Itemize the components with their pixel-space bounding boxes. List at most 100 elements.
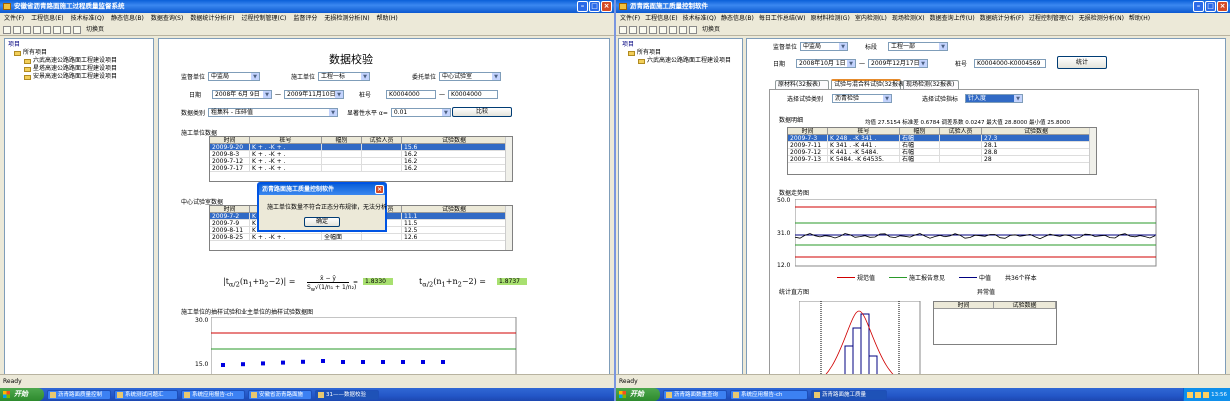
detail-scrollbar[interactable] (1089, 128, 1096, 174)
tree-group[interactable]: 所有项目 (622, 49, 739, 57)
preview-icon[interactable] (659, 25, 667, 34)
taskbar-item[interactable]: 沥青路面质量控制 (47, 389, 111, 400)
minimize-button[interactable]: – (1193, 1, 1204, 12)
pile-range-input[interactable]: K0004000-K0004569 (974, 59, 1047, 68)
table-row[interactable]: 2009-8-25 K + . -K + . 全幅面 12.6 (210, 234, 512, 241)
table-row[interactable]: 2009-7-12 K + . -K + . 16.2 (210, 158, 512, 165)
column-header[interactable]: 时间 (210, 137, 250, 143)
entrust-select[interactable]: 中心试验室 ▼ (439, 72, 502, 81)
table-row[interactable]: 2009-7-13 K 5484. -K 64535. 右幅 28 (788, 156, 1096, 163)
abnormal-table[interactable]: 时间 试验数据 (933, 301, 1057, 345)
chart-icon[interactable] (679, 25, 687, 34)
menu-item[interactable]: 无损检测分析(N) (1079, 13, 1124, 24)
column-header[interactable]: 桩号 (828, 128, 900, 134)
switch-page-icon[interactable] (73, 25, 81, 34)
tree-project-item[interactable]: 六武高速公路路面工程建设项目 (8, 57, 150, 65)
column-header[interactable]: 桩号 (250, 137, 322, 143)
date-to-picker[interactable]: 2009年12月17日 ▼ (868, 59, 929, 68)
construction-select[interactable]: 工程一标 ▼ (318, 72, 371, 81)
menu-item[interactable]: 数据统计分析(F) (980, 13, 1024, 24)
tree-root[interactable]: 项目 (622, 41, 739, 49)
start-button[interactable]: 开始 (616, 388, 660, 401)
pile-from-input[interactable]: K0004000 (386, 90, 437, 99)
switch-page-icon[interactable] (689, 25, 697, 34)
table-row[interactable]: 2009-9-20 K + . -K + . 15.6 (210, 144, 512, 151)
column-header[interactable]: 时间 (210, 206, 250, 212)
tab-1[interactable]: 试验与混合料试验(32报表) (831, 79, 906, 89)
date-from-picker[interactable]: 2008年10月 1日 ▼ (796, 59, 857, 68)
menu-item[interactable]: 帮助(H) (377, 13, 398, 24)
menu-item[interactable]: 工程信息(E) (645, 13, 677, 24)
minimize-button[interactable]: – (577, 1, 588, 12)
taskbar-item[interactable]: 系统测试问题汇 (114, 389, 178, 400)
open-icon[interactable] (629, 25, 637, 34)
taskbar-item[interactable]: 沥青路面数量查询 (663, 389, 727, 400)
maximize-button[interactable]: □ (1205, 1, 1216, 12)
menu-item[interactable]: 监督评分 (293, 13, 317, 24)
construction-data-table[interactable]: 时间 桩号 幅别 试验人员 试验数据 2009-9-20 K + . -K + . 15.6 2… (209, 136, 513, 182)
tab-2[interactable]: 现场检测(32报表) (903, 80, 959, 89)
menu-item[interactable]: 文件(F) (4, 13, 24, 24)
menu-item[interactable]: 每日工作总结(W) (759, 13, 806, 24)
print-icon[interactable] (649, 25, 657, 34)
column-header[interactable]: 试验人员 (362, 137, 402, 143)
column-header[interactable]: 试验数据 (402, 137, 507, 143)
test-index-select[interactable]: 针入度 ▼ (965, 94, 1024, 103)
date-from-picker[interactable]: 2008年 6月 9日 ▼ (212, 90, 273, 99)
menu-item[interactable]: 数据查询上传(U) (930, 13, 975, 24)
column-header[interactable]: 幅别 (322, 137, 362, 143)
table-row[interactable]: 2009-8-3 K + . -K + . 16.2 (210, 151, 512, 158)
menu-item[interactable]: 室内检测(L) (855, 13, 887, 24)
menu-item[interactable]: 静态信息(B) (721, 13, 754, 24)
preview-icon[interactable] (43, 25, 51, 34)
column-header[interactable]: 幅别 (900, 128, 940, 134)
section-select[interactable]: 工程一部 ▼ (888, 42, 949, 51)
switch-page-label[interactable]: 切换页 (86, 25, 104, 35)
close-button[interactable]: × (1217, 1, 1228, 12)
start-button[interactable]: 开始 (0, 388, 44, 401)
column-header[interactable]: 试验人员 (940, 128, 982, 134)
table-row[interactable]: 2009-7-11 K 341 . -K 441 . 右幅 28.1 (788, 142, 1096, 149)
menu-item[interactable]: 过程控制管理(C) (1029, 13, 1074, 24)
menu-item[interactable]: 工程信息(E) (31, 13, 63, 24)
menu-item[interactable]: 原材料检测(G) (810, 13, 849, 24)
taskbar-item[interactable]: 系统应用报告-ch (181, 389, 245, 400)
category-select[interactable]: 粗集料 - 压碎值 ▼ (208, 108, 339, 117)
new-icon[interactable] (3, 25, 11, 34)
save-icon[interactable] (23, 25, 31, 34)
switch-page-label[interactable]: 切换页 (702, 25, 720, 35)
menu-item[interactable]: 数据查询(S) (151, 13, 184, 24)
taskbar-item[interactable]: 31——数据校验 (315, 389, 379, 400)
taskbar-item[interactable]: 安徽省沥青路面施 (248, 389, 312, 400)
tab-0[interactable]: 原材料(32报表) (775, 80, 829, 89)
text-icon[interactable] (53, 25, 61, 34)
tree-group[interactable]: 所有项目 (8, 49, 150, 57)
table2-scrollbar[interactable] (505, 206, 512, 250)
menu-item[interactable]: 无损检测分析(N) (324, 13, 369, 24)
pile-to-input[interactable]: K0004000 (448, 90, 499, 99)
stat-button[interactable]: 统计 (1057, 56, 1107, 69)
print-icon[interactable] (33, 25, 41, 34)
table1-scrollbar[interactable] (505, 137, 512, 181)
column-header[interactable]: 时间 (788, 128, 828, 134)
taskbar-item[interactable]: 沥青路面施工质量 (811, 389, 887, 400)
tree-project-item[interactable]: 星塔高速公路路面工程建设项目 (8, 65, 150, 73)
tree-project-item[interactable]: 六武高速公路路面工程建设项目 (622, 57, 739, 65)
org-select[interactable]: 中监局 ▼ (800, 42, 849, 51)
table-row[interactable]: 2009-7-3 K 248 . -K 341 . 右幅 27.3 (788, 135, 1096, 142)
close-button[interactable]: × (601, 1, 612, 12)
org-select[interactable]: 中监局 ▼ (208, 72, 261, 81)
tree-root[interactable]: 项目 (8, 41, 150, 49)
maximize-button[interactable]: □ (589, 1, 600, 12)
table-row[interactable]: 2009-7-12 K 441 . -K 5484. 右幅 28.8 (788, 149, 1096, 156)
open-icon[interactable] (13, 25, 21, 34)
menu-item[interactable]: 数据统计分析(F) (190, 13, 234, 24)
compare-button[interactable]: 比较 (452, 107, 512, 117)
test-category-select[interactable]: 沥青检验 ▼ (832, 94, 893, 103)
menu-item[interactable]: 文件(F) (620, 13, 640, 24)
column-header[interactable]: 试验数据 (982, 128, 1091, 134)
menu-item[interactable]: 技术标准(Q) (71, 13, 104, 24)
date-to-picker[interactable]: 2009年11月10日 ▼ (284, 90, 345, 99)
dialog-close-button[interactable]: × (375, 185, 384, 194)
menu-item[interactable]: 静态信息(B) (111, 13, 144, 24)
